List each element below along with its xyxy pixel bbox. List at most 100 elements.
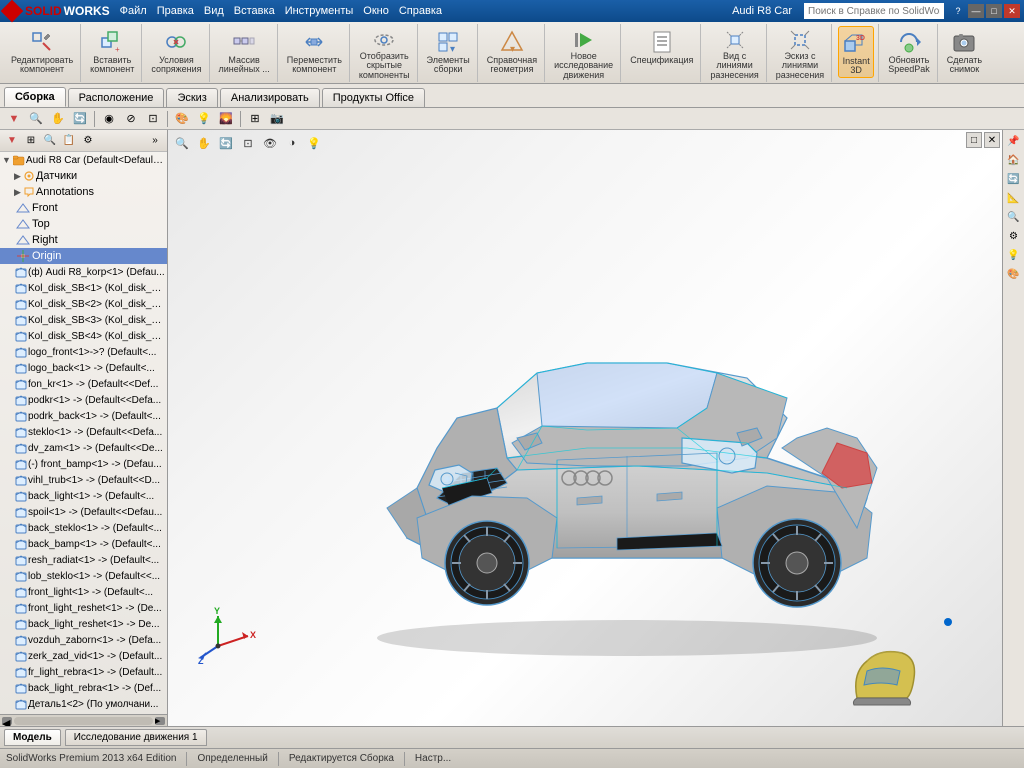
tree-item-front-light-reshet[interactable]: front_light_reshet<1> -> (De... (0, 600, 167, 616)
filter-toggle[interactable]: ▼ (4, 110, 24, 128)
menu-insert[interactable]: Вставка (230, 4, 279, 18)
right-icon-pin[interactable]: 📌 (1005, 132, 1023, 150)
tab-sborka[interactable]: Сборка (4, 87, 66, 107)
feature-tree[interactable]: ▼ Audi R8 Car (Default<Default_D ▶ Датчи… (0, 152, 167, 714)
right-icon-color[interactable]: 🎨 (1005, 265, 1023, 283)
vp-orient-btn[interactable]: ⊡ (238, 134, 258, 152)
right-icon-zoom[interactable]: 🔍 (1005, 208, 1023, 226)
tree-item-back-light-rebra[interactable]: back_light_rebra<1> -> (Def... (0, 680, 167, 696)
view-mode[interactable]: ◉ (99, 110, 119, 128)
menu-view[interactable]: Вид (200, 4, 228, 18)
tree-item-front[interactable]: Front (0, 200, 167, 216)
snapshot2[interactable]: 📷 (267, 110, 287, 128)
tree-item-podrk-back[interactable]: podrk_back<1> -> (Default<... (0, 408, 167, 424)
panel-btn-3[interactable]: 📋 (60, 132, 78, 150)
tree-item-podkr[interactable]: podkr<1> -> (Default<<Defa... (0, 392, 167, 408)
tree-item-back-bamp[interactable]: back_bamp<1> -> (Default<... (0, 536, 167, 552)
right-icon-settings[interactable]: ⚙ (1005, 227, 1023, 245)
right-icon-measure[interactable]: 📐 (1005, 189, 1023, 207)
tree-horizontal-scroll[interactable]: ◀ ▶ (0, 714, 167, 726)
vp-light-btn[interactable]: 💡 (304, 134, 324, 152)
tab-office[interactable]: Продукты Office (322, 88, 425, 107)
tree-item-fr-light-rebra[interactable]: fr_light_rebra<1> -> (Default... (0, 664, 167, 680)
tree-item-sensors[interactable]: ▶ Датчики (0, 168, 167, 184)
tree-item-root[interactable]: ▼ Audi R8 Car (Default<Default_D (0, 152, 167, 168)
new-motion-button[interactable]: Новоеисследованиедвижения (551, 26, 616, 78)
tree-item-front-light[interactable]: front_light<1> -> (Default<... (0, 584, 167, 600)
view-rotate[interactable]: 🔄 (70, 110, 90, 128)
panel-filter-icon[interactable]: ▼ (3, 132, 21, 150)
section-view[interactable]: ⊘ (121, 110, 141, 128)
panel-btn-1[interactable]: ⊞ (22, 132, 40, 150)
vp-pan-btn[interactable]: ✋ (194, 134, 214, 152)
view-orient[interactable]: ⊡ (143, 110, 163, 128)
tree-item-kol2[interactable]: Kol_disk_SB<2> (Kol_disk_sh... (0, 296, 167, 312)
tree-item-resh-radiat[interactable]: resh_radiat<1> -> (Default<... (0, 552, 167, 568)
appearance[interactable]: 🎨 (172, 110, 192, 128)
vp-shading-btn[interactable]: ◑ (282, 134, 302, 152)
tree-item-vozduh[interactable]: vozduh_zaborn<1> -> (Defa... (0, 632, 167, 648)
tree-item-logo-front[interactable]: logo_front<1>->? (Default<... (0, 344, 167, 360)
reference-geometry-button[interactable]: ▾ Справочнаягеометрия (484, 26, 540, 78)
tree-item-dv-zam[interactable]: dv_zam<1> -> (Default<<De... (0, 440, 167, 456)
panel-btn-4[interactable]: ⚙ (79, 132, 97, 150)
scene[interactable]: 🌄 (216, 110, 236, 128)
right-icon-rotate[interactable]: 🔄 (1005, 170, 1023, 188)
minimize-button[interactable]: — (968, 4, 984, 18)
menu-help[interactable]: Справка (395, 4, 446, 18)
menu-tools[interactable]: Инструменты (281, 4, 358, 18)
tree-item-spoil[interactable]: spoil<1> -> (Default<<Defau... (0, 504, 167, 520)
specification-button[interactable]: Спецификация (627, 26, 696, 78)
view-pan[interactable]: ✋ (48, 110, 68, 128)
tree-item-korp[interactable]: (ф) Audi R8_korp<1> (Defau... (0, 264, 167, 280)
panel-btn-2[interactable]: 🔍 (41, 132, 59, 150)
right-icon-light[interactable]: 💡 (1005, 246, 1023, 264)
close-button[interactable]: ✕ (1004, 4, 1020, 18)
tree-item-kol3[interactable]: Kol_disk_SB<3> (Kol_disk_sh... (0, 312, 167, 328)
expand-root[interactable]: ▼ (2, 155, 11, 165)
panel-expand[interactable]: » (146, 132, 164, 150)
tree-item-zerk-zad[interactable]: zerk_zad_vid<1> -> (Default... (0, 648, 167, 664)
show-hidden-button[interactable]: Отобразитьскрытыекомпоненты (356, 26, 413, 78)
grid[interactable]: ⊞ (245, 110, 265, 128)
explode-view-button[interactable]: Вид слиниямиразнесения (707, 26, 761, 78)
tree-item-origin[interactable]: Origin (0, 248, 167, 264)
tree-item-kol4[interactable]: Kol_disk_SB<4> (Kol_disk_sh... (0, 328, 167, 344)
tree-item-back-light-reshet[interactable]: back_light_reshet<1> -> De... (0, 616, 167, 632)
edit-component-button[interactable]: Редактироватькомпонент (8, 26, 76, 78)
move-component-button[interactable]: Переместитькомпонент (284, 26, 345, 78)
scroll-track[interactable] (14, 717, 153, 725)
assembly-elements-button[interactable]: ▾ Элементысборки (424, 26, 473, 78)
tree-item-front-bamp[interactable]: (-) front_bamp<1> -> (Defau... (0, 456, 167, 472)
help-search-input[interactable] (804, 3, 944, 19)
tree-item-detail[interactable]: Деталь1<2> (По умолчани... (0, 696, 167, 712)
menu-edit[interactable]: Правка (153, 4, 198, 18)
tab-raspolojenie[interactable]: Расположение (68, 88, 165, 107)
scroll-right-btn[interactable]: ▶ (155, 717, 165, 725)
instant3d-button[interactable]: 3D Instant3D (838, 26, 874, 78)
tree-item-back-steklo[interactable]: back_steklo<1> -> (Default<... (0, 520, 167, 536)
update-speedpak-button[interactable]: ОбновитьSpeedPak (885, 26, 933, 78)
tree-item-vihl-trub[interactable]: vihl_trub<1> -> (Default<<D... (0, 472, 167, 488)
vp-rotate-btn[interactable]: 🔄 (216, 134, 236, 152)
tree-item-logo-back[interactable]: logo_back<1> -> (Default<... (0, 360, 167, 376)
explode-sketch-button[interactable]: Эскиз слиниямиразнесения (773, 26, 827, 78)
insert-component-button[interactable]: + Вставитькомпонент (87, 26, 137, 78)
tree-item-steklo[interactable]: steklo<1> -> (Default<<Defa... (0, 424, 167, 440)
expand-sensors[interactable]: ▶ (14, 171, 21, 182)
expand-annotations[interactable]: ▶ (14, 187, 21, 198)
bottom-tab-model[interactable]: Модель (4, 729, 61, 746)
lights[interactable]: 💡 (194, 110, 214, 128)
tree-item-lob-steklo[interactable]: lob_steklo<1> -> (Default<<... (0, 568, 167, 584)
tab-analizirovat[interactable]: Анализировать (220, 88, 320, 107)
tree-item-right[interactable]: Right (0, 232, 167, 248)
tree-item-fon-kr[interactable]: fon_kr<1> -> (Default<<Def... (0, 376, 167, 392)
tree-item-annotations[interactable]: ▶ Annotations (0, 184, 167, 200)
view-zoom[interactable]: 🔍 (26, 110, 46, 128)
mate-button[interactable]: Условиясопряжения (148, 26, 204, 78)
bottom-tab-motion[interactable]: Исследование движения 1 (65, 729, 207, 746)
snapshot-button[interactable]: Сделатьснимок (944, 26, 985, 78)
menu-window[interactable]: Окно (359, 4, 393, 18)
vp-zoom-btn[interactable]: 🔍 (172, 134, 192, 152)
linear-pattern-button[interactable]: Масcивлинейных ... (216, 26, 273, 78)
